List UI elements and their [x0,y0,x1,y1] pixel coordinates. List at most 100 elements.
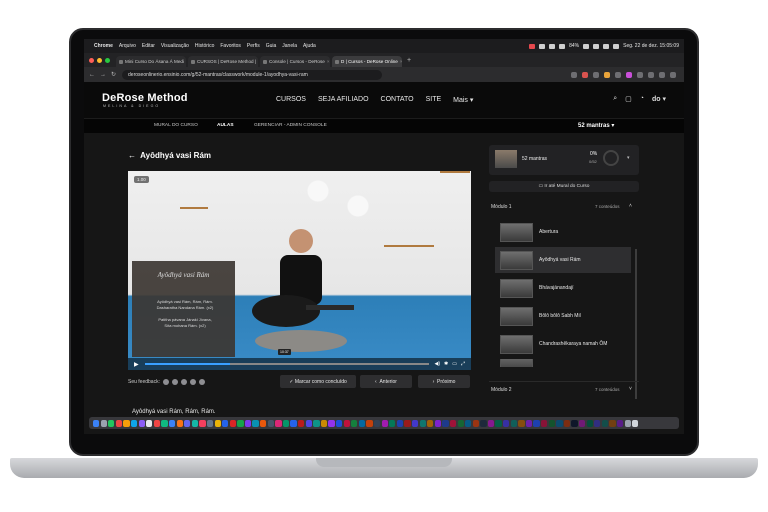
pip-icon[interactable]: ▭ [452,361,457,367]
dock-app-icon[interactable] [153,419,161,427]
dock-app-icon[interactable] [389,419,396,427]
menu-perfis[interactable]: Perfis [247,43,260,49]
menu-editar[interactable]: Editar [142,43,155,49]
dock-app-icon[interactable] [541,419,548,427]
course-select[interactable]: 52 mantras ▾ [578,122,614,129]
dock-app-icon[interactable] [518,419,525,427]
dock-app-icon[interactable] [616,419,624,427]
dock-app-icon[interactable] [632,419,639,427]
dock-app-icon[interactable] [434,419,442,427]
dock-app-icon[interactable] [275,419,282,427]
dock-app-icon[interactable] [449,419,457,427]
chevron-down-icon[interactable]: ▾ [627,155,630,161]
dock-app-icon[interactable] [206,419,214,427]
search-icon[interactable]: ⌕ [613,95,617,103]
lesson-item[interactable]: Chandrashêkaraya namah ÔM [495,331,631,357]
dock-app-icon[interactable] [533,419,540,427]
dock-app-icon[interactable] [115,419,123,427]
fullscreen-icon[interactable]: ⤢ [461,361,465,367]
dock-app-icon[interactable] [267,419,274,427]
close-tab-icon[interactable]: × [184,59,187,64]
lesson-item[interactable]: Bôlô bôlô Sabh Mil [495,303,631,329]
feedback-face-icon[interactable] [171,379,178,385]
dock-app-icon[interactable] [138,419,145,427]
dock-app-icon[interactable] [624,419,631,427]
status-app-icon[interactable] [539,43,546,49]
wifi-icon[interactable] [593,43,600,49]
dock-app-icon[interactable] [130,419,138,427]
dock-app-icon[interactable] [214,419,221,427]
site-logo[interactable]: DeRose Method [102,92,188,104]
dock-app-icon[interactable] [237,419,244,427]
dock-app-icon[interactable] [298,419,305,427]
volume-icon[interactable]: ◀) [435,361,441,367]
dock-app-icon[interactable] [343,419,350,427]
menu-ajuda[interactable]: Ajuda [303,43,316,49]
dock-app-icon[interactable] [579,419,586,427]
nav-contato[interactable]: CONTATO [381,96,414,104]
dock-app-icon[interactable] [571,419,578,427]
dock-app-icon[interactable] [563,419,571,427]
dock-app-icon[interactable] [601,419,609,427]
menu-visualizacao[interactable]: Visualização [161,43,189,49]
extension-icon[interactable] [593,71,599,78]
dock-app-icon[interactable] [411,419,419,427]
bag-icon[interactable]: ▢ [625,95,632,103]
dock-app-icon[interactable] [351,419,358,427]
dock-app-icon[interactable] [594,419,601,427]
dock-app-icon[interactable] [373,419,381,427]
dock-app-icon[interactable] [123,419,130,427]
feedback-face-icon[interactable] [198,379,205,385]
dock-app-icon[interactable] [427,419,434,427]
moon-icon[interactable] [549,43,556,49]
lesson-item[interactable]: Bhávajánandají [495,275,631,301]
close-tab-icon[interactable]: × [398,59,402,64]
course-progress-card[interactable]: 52 mantras 0% 0/52 ▾ [489,145,639,175]
battery-icon[interactable] [583,43,590,49]
dock-app-icon[interactable] [396,419,404,427]
mark-complete-button[interactable]: ✓ Marcar como concluído [280,375,356,388]
feedback-face-icon[interactable] [189,379,196,385]
dock-app-icon[interactable] [260,419,267,427]
dock-app-icon[interactable] [465,419,472,427]
dock-app-icon[interactable] [146,419,153,427]
dock-app-icon[interactable] [108,419,115,427]
dock-app-icon[interactable] [366,419,373,427]
browser-tab[interactable]: CURSOS | DeRose Method |× [188,56,258,67]
browser-tab[interactable]: Console | Cursos - DeRose × [260,56,330,67]
dock-app-icon[interactable] [244,419,252,427]
feedback-face-icon[interactable] [180,379,187,385]
lesson-item-active[interactable]: Ayôdhyá vasi Rám [495,247,631,273]
dock-app-icon[interactable] [556,419,563,427]
play-icon[interactable]: ▶ [134,361,139,368]
profile-avatar-icon[interactable] [659,71,665,78]
dock-app-icon[interactable] [320,419,328,427]
subnav-aulas[interactable]: AULAS [217,123,234,128]
dock-app-icon[interactable] [313,419,320,427]
dock-app-icon[interactable] [184,419,191,427]
dock-app-icon[interactable] [510,419,517,427]
dock-app-icon[interactable] [457,419,464,427]
close-tab-icon[interactable]: × [256,59,258,64]
dock-app-icon[interactable] [93,419,100,427]
dock-app-icon[interactable] [381,419,388,427]
dock-app-icon[interactable] [161,419,168,427]
menu-janela[interactable]: Janela [282,43,297,49]
zoom-window-button[interactable] [105,57,110,63]
close-tab-icon[interactable]: × [325,59,330,64]
menubar-clock[interactable]: Seg. 22 de dez. 15:05:09 [623,43,679,49]
dock-app-icon[interactable] [487,419,495,427]
dock-app-icon[interactable] [586,419,593,427]
dock-app-icon[interactable] [222,419,229,427]
dock-app-icon[interactable] [609,419,616,427]
video-progress-bar[interactable] [144,363,429,365]
forward-icon[interactable]: → [100,72,106,78]
video-player[interactable]: 1.00 Ayôdhyá vasi Rám Ayôdhyá vasi Rám, … [128,171,471,370]
extension-icon[interactable] [571,71,577,78]
dock-app-icon[interactable] [305,419,312,427]
dock-app-icon[interactable] [336,419,343,427]
browser-tab-active[interactable]: D | Cursos - DeRose Online × [332,56,402,67]
dock-app-icon[interactable] [419,419,426,427]
dock-app-icon[interactable] [290,419,297,427]
url-field[interactable]: deroseonlinerio.ensinio.com/g/52-mantras… [122,69,383,80]
